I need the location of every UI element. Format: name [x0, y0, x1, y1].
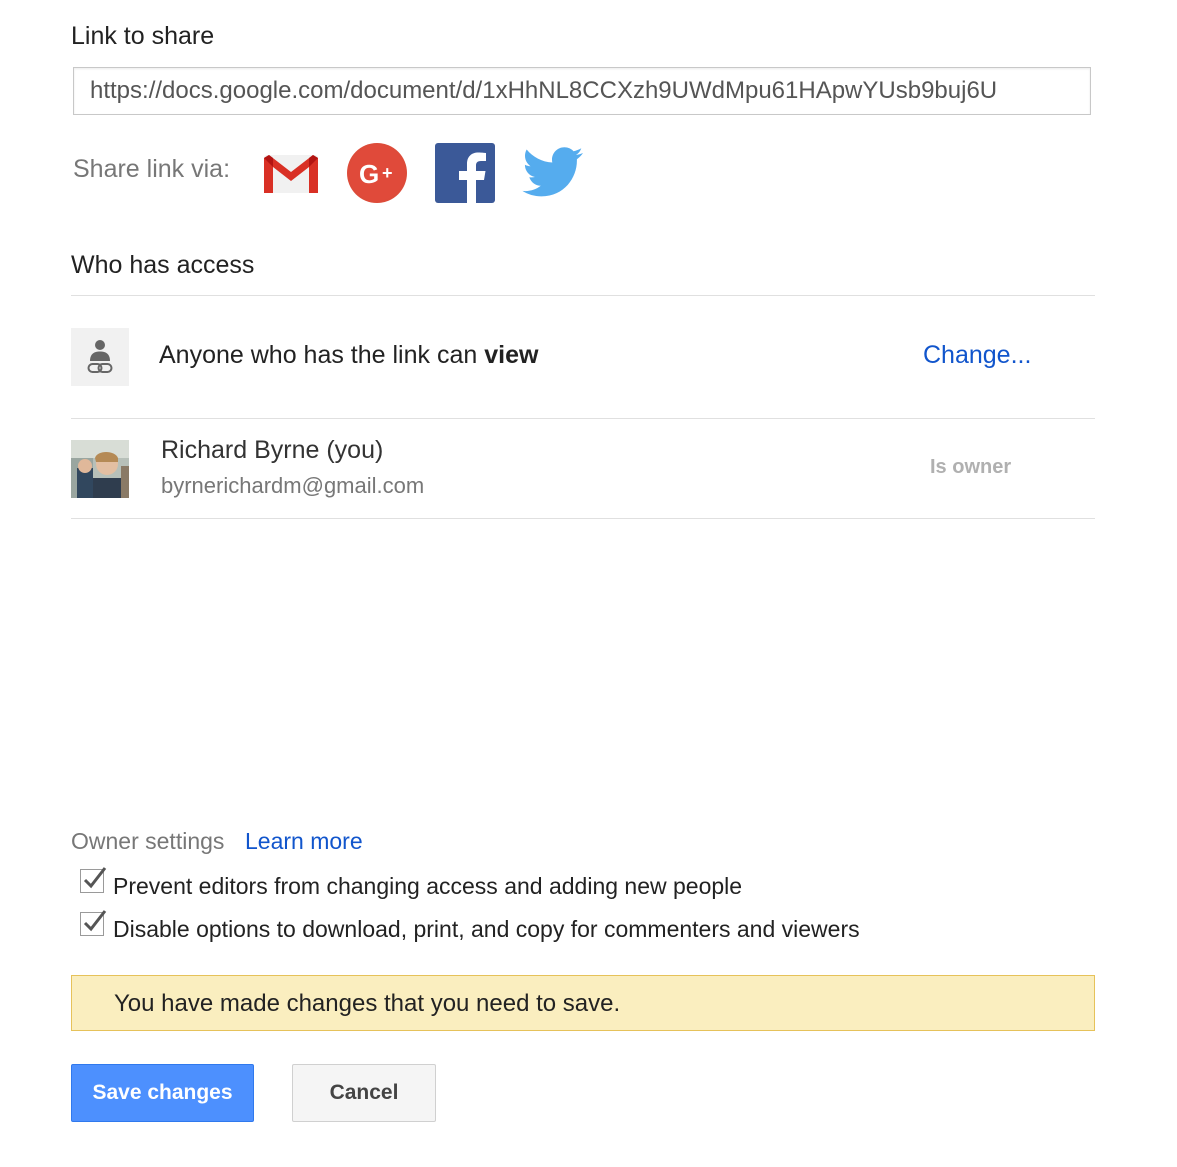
- change-link-access-link[interactable]: Change...: [923, 341, 1031, 370]
- owner-settings-label: Owner settings: [71, 828, 225, 854]
- link-access-icon: [71, 328, 129, 386]
- cancel-button[interactable]: Cancel: [292, 1064, 436, 1122]
- share-link-input[interactable]: [73, 67, 1091, 115]
- link-to-share-heading: Link to share: [71, 22, 215, 50]
- gmail-icon[interactable]: [261, 143, 321, 203]
- owner-name: Richard Byrne (you): [161, 436, 384, 464]
- unsaved-changes-text: You have made changes that you need to s…: [114, 990, 621, 1017]
- owner-role-label: Is owner: [930, 456, 1012, 478]
- disable-download-label[interactable]: Disable options to download, print, and …: [113, 916, 860, 943]
- learn-more-link[interactable]: Learn more: [245, 828, 363, 855]
- twitter-icon[interactable]: [521, 143, 583, 203]
- unsaved-changes-notice: You have made changes that you need to s…: [71, 975, 1095, 1031]
- divider: [71, 295, 1095, 296]
- google-plus-icon[interactable]: G +: [347, 143, 407, 203]
- save-changes-button[interactable]: Save changes: [71, 1064, 254, 1122]
- divider: [71, 518, 1095, 519]
- svg-text:G: G: [359, 159, 379, 189]
- who-has-access-heading: Who has access: [71, 251, 255, 279]
- divider: [71, 418, 1095, 419]
- share-link-via-label: Share link via:: [73, 155, 231, 183]
- disable-download-checkbox[interactable]: [80, 910, 107, 936]
- owner-email: byrnerichardm@gmail.com: [161, 473, 425, 498]
- link-permission-level: view: [484, 341, 539, 369]
- facebook-icon[interactable]: [435, 143, 495, 203]
- prevent-editors-label[interactable]: Prevent editors from changing access and…: [113, 873, 742, 900]
- checkmark-icon: [83, 910, 107, 932]
- link-access-description: Anyone who has the link can view: [159, 341, 539, 369]
- prevent-editors-checkbox[interactable]: [80, 867, 107, 893]
- checkmark-icon: [83, 867, 107, 889]
- avatar: [71, 440, 129, 498]
- svg-text:+: +: [382, 163, 393, 183]
